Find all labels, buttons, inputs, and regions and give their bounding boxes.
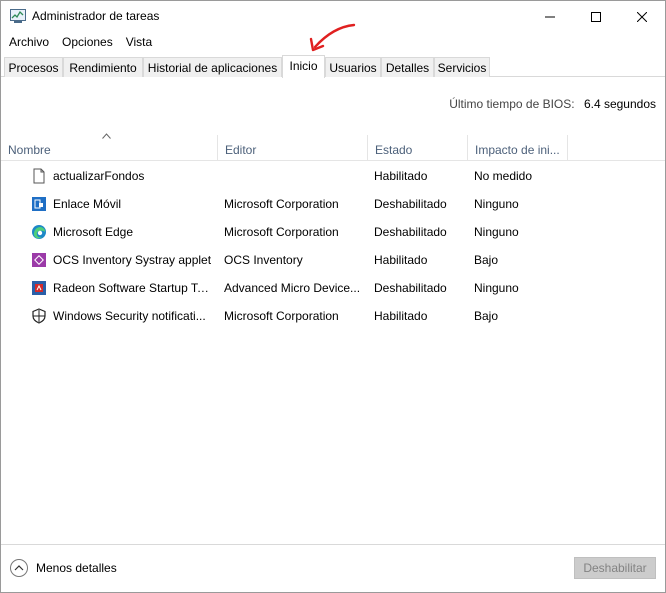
startup-app-publisher: OCS Inventory xyxy=(224,253,303,267)
startup-app-state: Deshabilitado xyxy=(374,197,447,211)
disable-button[interactable]: Deshabilitar xyxy=(574,557,656,579)
windows-security-icon xyxy=(32,308,46,324)
startup-app-name: Radeon Software Startup Task xyxy=(53,281,213,295)
tab-inicio[interactable]: Inicio xyxy=(282,55,325,78)
table-row[interactable]: Microsoft Edge Microsoft Corporation Des… xyxy=(1,218,665,246)
bios-time-value: 6.4 segundos xyxy=(583,97,656,111)
startup-app-publisher: Microsoft Corporation xyxy=(224,197,339,211)
tab-rendimiento[interactable]: Rendimiento xyxy=(63,57,143,77)
task-manager-window: Administrador de tareas Archivo Opciones… xyxy=(0,0,666,593)
table-row[interactable]: actualizarFondos Habilitado No medido xyxy=(1,162,665,190)
bios-time-label: Último tiempo de BIOS: xyxy=(449,97,575,111)
startup-app-publisher xyxy=(224,162,362,190)
table-row[interactable]: Windows Security notificati... Microsoft… xyxy=(1,302,665,330)
column-header-editor[interactable]: Editor xyxy=(218,135,368,161)
edge-icon xyxy=(32,225,46,239)
tab-detalles[interactable]: Detalles xyxy=(381,57,434,77)
menu-vista[interactable]: Vista xyxy=(118,32,157,52)
task-manager-icon xyxy=(10,9,26,23)
startup-app-name: OCS Inventory Systray applet xyxy=(53,253,212,267)
startup-app-publisher: Microsoft Corporation xyxy=(224,225,339,239)
annotation-arrow-icon xyxy=(309,23,356,52)
table-row[interactable]: Radeon Software Startup Task Advanced Mi… xyxy=(1,274,665,302)
collapse-chevron-icon xyxy=(10,559,28,577)
table-header: Nombre Editor Estado Impacto de ini... xyxy=(1,135,665,161)
table-row[interactable]: Enlace Móvil Microsoft Corporation Desha… xyxy=(1,190,665,218)
startup-app-impact: Ninguno xyxy=(474,225,519,239)
maximize-button[interactable] xyxy=(573,1,619,32)
startup-app-name: actualizarFondos xyxy=(53,169,145,183)
menu-archivo[interactable]: Archivo xyxy=(1,32,54,52)
close-icon xyxy=(637,11,647,22)
bios-time: Último tiempo de BIOS: 6.4 segundos xyxy=(449,97,656,111)
less-details-label: Menos detalles xyxy=(36,561,117,575)
startup-app-state: Deshabilitado xyxy=(374,281,447,295)
column-header-nombre[interactable]: Nombre xyxy=(1,135,218,161)
table-row[interactable]: OCS Inventory Systray applet OCS Invento… xyxy=(1,246,665,274)
window-title: Administrador de tareas xyxy=(32,9,160,23)
startup-app-state: Deshabilitado xyxy=(374,225,447,239)
startup-app-impact: Ninguno xyxy=(474,197,519,211)
radeon-icon xyxy=(32,281,46,295)
startup-app-publisher: Advanced Micro Device... xyxy=(224,281,361,295)
close-button[interactable] xyxy=(619,1,665,32)
menu-opciones[interactable]: Opciones xyxy=(54,32,118,52)
column-header-impacto[interactable]: Impacto de ini... xyxy=(468,135,568,161)
phone-link-icon xyxy=(32,197,46,211)
startup-app-impact: Bajo xyxy=(474,309,499,323)
tab-procesos[interactable]: Procesos xyxy=(4,57,63,77)
blank-file-icon xyxy=(33,168,45,184)
startup-app-impact: No medido xyxy=(474,169,533,183)
maximize-icon xyxy=(591,11,601,22)
startup-app-state: Habilitado xyxy=(374,169,428,183)
tab-historial-aplicaciones[interactable]: Historial de aplicaciones xyxy=(143,57,282,77)
menu-bar: Archivo Opciones Vista xyxy=(1,32,157,52)
less-details-button[interactable]: Menos detalles xyxy=(10,559,117,577)
ocs-inventory-icon xyxy=(32,253,46,267)
minimize-button[interactable] xyxy=(527,1,573,32)
startup-app-name: Microsoft Edge xyxy=(53,225,134,239)
startup-app-name: Windows Security notificati... xyxy=(53,309,206,323)
footer-bar: Menos detalles Deshabilitar xyxy=(1,544,665,592)
startup-app-state: Habilitado xyxy=(374,309,428,323)
startup-app-name: Enlace Móvil xyxy=(53,197,122,211)
startup-app-impact: Ninguno xyxy=(474,281,519,295)
tab-servicios[interactable]: Servicios xyxy=(434,57,490,77)
startup-app-publisher: Microsoft Corporation xyxy=(224,309,339,323)
minimize-icon xyxy=(545,16,555,17)
startup-app-state: Habilitado xyxy=(374,253,428,267)
tab-strip: Procesos Rendimiento Historial de aplica… xyxy=(1,55,665,78)
column-header-estado[interactable]: Estado xyxy=(368,135,468,161)
startup-app-impact: Bajo xyxy=(474,253,499,267)
tab-usuarios[interactable]: Usuarios xyxy=(325,57,381,77)
